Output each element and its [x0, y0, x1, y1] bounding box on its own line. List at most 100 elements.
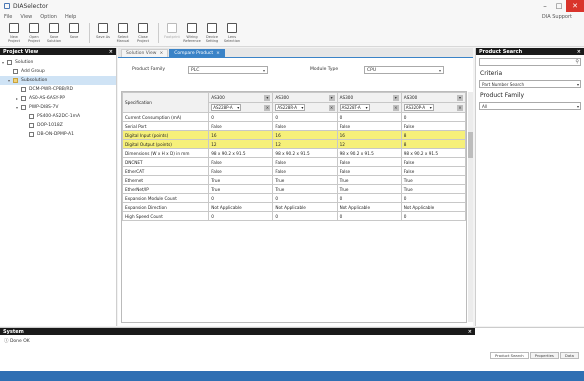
spec-value: 16 [336, 130, 402, 140]
spec-value: False [336, 166, 402, 176]
product-search-panel: Product Search × ⚲ Criteria Part Number S… [475, 48, 584, 326]
wiring-icon [187, 23, 197, 33]
spec-label: Expansion Module Count [122, 193, 210, 203]
device-icon [29, 114, 34, 119]
table-row[interactable]: EtherCAT False False False False [122, 166, 466, 176]
system-header: System × [0, 328, 475, 335]
scrollbar-thumb[interactable] [468, 132, 473, 158]
spec-value: 0 [336, 211, 402, 221]
save-solution-button[interactable]: Save Solution [45, 23, 63, 43]
model-select[interactable]: AS228P-A [211, 104, 242, 111]
criteria-label: Criteria [480, 70, 503, 77]
toolbar-separator [89, 23, 90, 43]
tab-product-search[interactable]: Product Search [490, 352, 529, 359]
spec-value: True [208, 184, 274, 194]
wiring-reference-button[interactable]: Wiring Reference [183, 23, 201, 43]
device-setting-button[interactable]: Device Setting [203, 23, 221, 43]
select-manual-button[interactable]: Select Manual [114, 23, 132, 43]
spec-label: DNCNET [122, 157, 210, 167]
tree-node-add-group[interactable]: Add Group [0, 67, 116, 76]
table-row[interactable]: Serial Port False False False False [122, 121, 466, 131]
series-dropdown-icon[interactable]: ▾ [264, 94, 271, 101]
table-row[interactable]: Dimensions (W x H x D) in mm 98 x 90.2 x … [122, 148, 466, 158]
tree-node-device[interactable]: DB-ON-DPMP-A1 [0, 130, 116, 139]
module-type-select[interactable]: CPU ▾ [364, 66, 444, 74]
model-select[interactable]: AS320P-A [403, 104, 434, 111]
save-as-button[interactable]: Save As [94, 23, 112, 39]
criteria-select[interactable]: Part Number Search ▾ [479, 80, 581, 88]
maximize-button[interactable]: □ [552, 0, 566, 12]
save-button[interactable]: Save [65, 23, 83, 39]
spec-value: True [272, 184, 338, 194]
remove-column-icon[interactable]: × [457, 104, 463, 111]
search-input[interactable]: ⚲ [479, 58, 581, 66]
tree-node-subsolution[interactable]: ▾ Subsolution [0, 76, 116, 85]
table-row[interactable]: Digital Input (points) 16 16 16 8 [122, 130, 466, 140]
series-dropdown-icon[interactable]: ▾ [457, 94, 463, 101]
tab-close-icon[interactable]: × [216, 51, 220, 56]
series-dropdown-icon[interactable]: ▾ [392, 94, 399, 101]
tab-solution-view[interactable]: Solution View × [121, 49, 169, 57]
table-row[interactable]: High Speed Count 0 0 0 0 [122, 211, 466, 221]
tab-compare-product[interactable]: Compare Product × [169, 49, 225, 57]
compare-table: Specification AS300 ▾ AS300 ▾ AS300 ▾ AS300… [122, 92, 466, 221]
tree-node-device[interactable]: ▸ AS0-AS-6ASY-PP [0, 94, 116, 103]
table-row[interactable]: Ethernet True True True True [122, 175, 466, 185]
panel-close-icon[interactable]: × [577, 49, 581, 55]
chevron-down-icon: ▾ [576, 81, 579, 87]
device-setting-icon [207, 23, 217, 33]
menu-option[interactable]: Option [40, 14, 57, 20]
close-button[interactable]: ✕ [566, 0, 584, 12]
panel-close-icon[interactable]: × [468, 329, 472, 335]
support-link[interactable]: DIA Support [542, 14, 572, 20]
tree-node-device[interactable]: DCM-PWR-CPBB/RD [0, 85, 116, 94]
tree-node-device[interactable]: DOP-1018Z [0, 121, 116, 130]
open-project-button[interactable]: Open Project [25, 23, 43, 43]
footprint-button[interactable]: Footprint [163, 23, 181, 39]
menu-file[interactable]: File [4, 14, 12, 20]
series-dropdown-icon[interactable]: ▾ [328, 94, 335, 101]
tab-properties[interactable]: Properties [529, 352, 559, 359]
folder-icon [13, 78, 18, 83]
toolbar-separator [158, 23, 159, 43]
spec-value: 12 [336, 139, 402, 149]
model-select[interactable]: AS228R-A [275, 104, 306, 111]
product-family-select[interactable]: All ▾ [479, 102, 581, 110]
group-icon [13, 69, 18, 74]
product-family-select[interactable]: PLC ▾ [188, 66, 268, 74]
tree-node-device[interactable]: ▾ PWP-DI8S-7V [0, 103, 116, 112]
footprint-icon [167, 23, 177, 33]
column-series: AS300 ▾ [208, 92, 274, 103]
remove-column-icon[interactable]: × [328, 104, 335, 111]
close-project-button[interactable]: Close Project [134, 23, 152, 43]
tab-close-icon[interactable]: × [159, 51, 163, 56]
remove-column-icon[interactable]: × [392, 104, 399, 111]
search-icon[interactable]: ⚲ [575, 59, 579, 65]
table-row[interactable]: Digital Output (points) 12 12 12 8 [122, 139, 466, 149]
column-series: AS300 ▾ [336, 92, 402, 103]
spec-value: 0 [336, 193, 402, 203]
project-view-panel: Project View × ▾ Solution Add Group ▾ Subso… [0, 48, 117, 326]
tree-node-device[interactable]: PS400-AS2DC-1mA [0, 112, 116, 121]
toolbar: New Project Open Project Save Solution S… [0, 21, 584, 47]
remove-column-icon[interactable]: × [264, 104, 271, 111]
new-project-button[interactable]: New Project [5, 23, 23, 43]
table-row[interactable]: Expansion Direction Not Applicable Not App… [122, 202, 466, 212]
table-row[interactable]: Expansion Module Count 0 0 0 0 [122, 193, 466, 203]
menu-view[interactable]: View [20, 14, 32, 20]
table-row[interactable]: EtherNet/IP True True True True [122, 184, 466, 194]
grid-scrollbar[interactable] [468, 92, 473, 322]
minimize-button[interactable]: – [538, 0, 552, 12]
lens-selection-button[interactable]: Lens Selection [223, 23, 241, 43]
table-row[interactable]: Current Consumption (mA) 0 0 0 0 [122, 112, 466, 122]
panel-close-icon[interactable]: × [109, 49, 113, 55]
device-icon [29, 123, 34, 128]
menu-help[interactable]: Help [65, 14, 76, 20]
tree-node-solution[interactable]: ▾ Solution [0, 58, 116, 67]
status-bar [0, 371, 584, 381]
tab-data[interactable]: Data [559, 352, 579, 359]
spec-value: Not Applicable [400, 202, 466, 212]
table-row[interactable]: DNCNET False False False False [122, 157, 466, 167]
module-type-label: Module Type [310, 67, 339, 72]
model-select[interactable]: AS228T-A [339, 104, 370, 111]
